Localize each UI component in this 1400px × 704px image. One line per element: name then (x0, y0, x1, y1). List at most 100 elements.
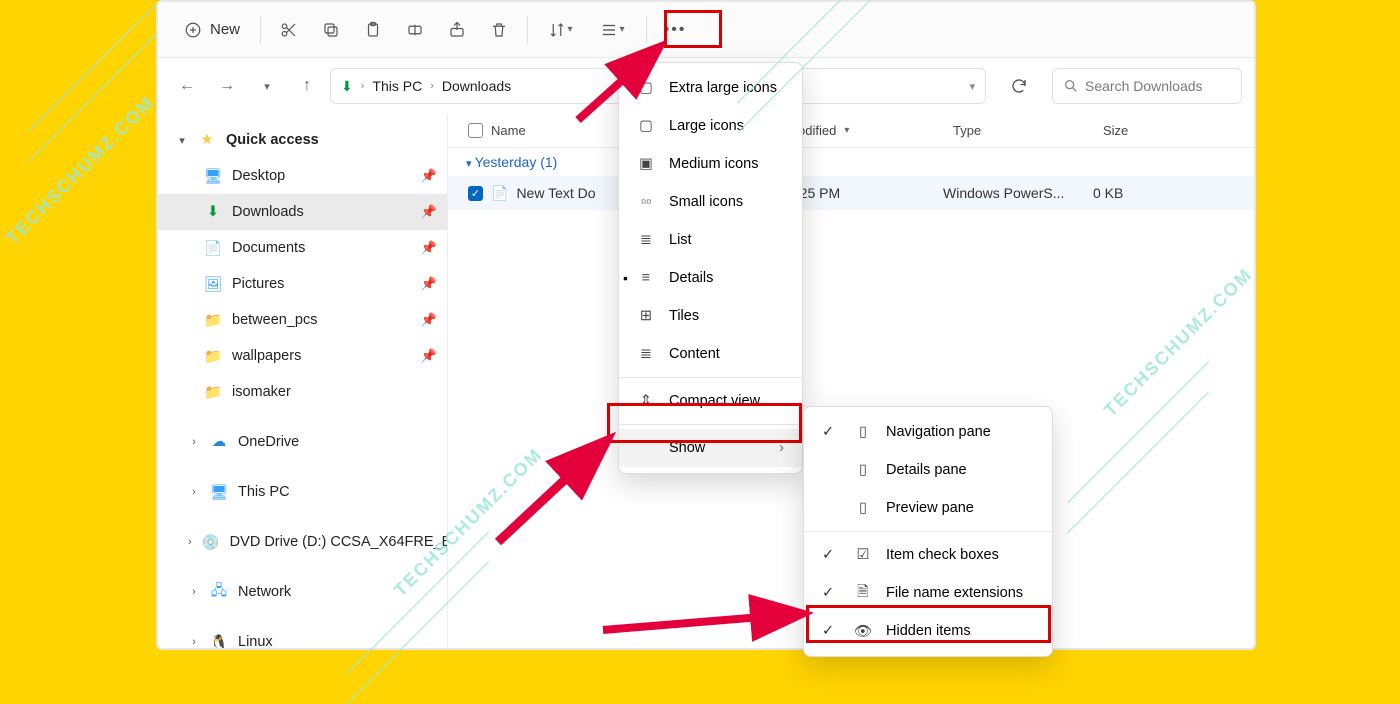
menu-item-checkboxes[interactable]: ✓☑Item check boxes (804, 536, 1052, 574)
breadcrumb-root[interactable]: This PC (372, 78, 422, 94)
menu-item-hidden-items[interactable]: ✓👁Hidden items (804, 612, 1052, 650)
menu-item-small-icons[interactable]: ▫▫ Small icons (619, 183, 802, 221)
breadcrumb-current[interactable]: Downloads (442, 78, 511, 94)
grid-icon: ▣ (637, 156, 655, 172)
menu-item-details-pane[interactable]: ▯ Details pane (804, 451, 1052, 489)
select-all-checkbox[interactable] (468, 123, 483, 138)
sidebar-item-desktop[interactable]: 🖥 Desktop 📌 (158, 158, 447, 194)
sidebar-label: Downloads (232, 204, 304, 220)
sidebar-label: Quick access (226, 132, 319, 148)
back-button[interactable]: ← (170, 69, 204, 103)
sidebar-item-wallpapers[interactable]: 📁 wallpapers 📌 (158, 338, 447, 374)
view-button[interactable]: ▾ (586, 10, 638, 50)
pane-icon: ▯ (854, 462, 872, 478)
copy-button[interactable] (311, 10, 351, 50)
paste-button[interactable] (353, 10, 393, 50)
menu-item-medium-icons[interactable]: ▣Medium icons (619, 145, 802, 183)
rename-button[interactable] (395, 10, 435, 50)
menu-label: List (669, 232, 692, 248)
menu-item-content[interactable]: ≣Content (619, 335, 802, 373)
sidebar-label: This PC (238, 484, 290, 500)
menu-item-extra-large-icons[interactable]: ▢Extra large icons (619, 69, 802, 107)
sidebar-item-downloads[interactable]: ⬇ Downloads 📌 (158, 194, 447, 230)
menu-item-details[interactable]: •≡Details (619, 259, 802, 297)
toolbar-divider (527, 16, 528, 44)
column-label: Size (1103, 123, 1128, 138)
column-headers: Name odified ▾ Type Size (448, 114, 1254, 148)
more-button[interactable]: ••• (655, 10, 695, 50)
grid-icon: ▫▫ (637, 194, 655, 210)
delete-button[interactable] (479, 10, 519, 50)
chevron-down-icon: ▾ (844, 125, 849, 136)
column-date[interactable]: odified ▾ (788, 123, 943, 138)
menu-item-tiles[interactable]: ⊞Tiles (619, 297, 802, 335)
sidebar-item-isomaker[interactable]: 📁 isomaker (158, 374, 447, 410)
pin-icon: 📌 (421, 240, 437, 256)
menu-label: Details pane (886, 462, 967, 478)
sort-button[interactable]: ▾ (536, 10, 584, 50)
sidebar-item-onedrive[interactable]: › ☁ OneDrive (158, 424, 447, 460)
chevron-right-icon: › (188, 536, 192, 548)
up-button[interactable]: ↑ (290, 69, 324, 103)
navigation-pane: ▾ ★ Quick access 🖥 Desktop 📌 ⬇ Downloads… (158, 114, 448, 648)
menu-item-extensions[interactable]: ✓🗎File name extensions (804, 574, 1052, 612)
file-row[interactable]: ✓ 📄 New Text Do 2:25 PM Windows PowerS..… (448, 176, 1254, 210)
recent-button[interactable]: ▾ (250, 69, 284, 103)
menu-item-compact[interactable]: ⇕Compact view (619, 382, 802, 420)
sidebar-label: Pictures (232, 276, 284, 292)
check-icon: ✓ (822, 547, 840, 563)
refresh-icon (1010, 77, 1028, 95)
pc-icon: 🖥 (210, 484, 228, 501)
pictures-icon: 🖼 (204, 276, 222, 293)
chevron-down-icon[interactable]: ▾ (969, 80, 975, 93)
eye-icon: 👁 (854, 623, 872, 640)
file-size: 0 KB (1093, 185, 1123, 201)
menu-label: Tiles (669, 308, 699, 324)
column-label: odified (798, 123, 836, 138)
search-box[interactable]: Search Downloads (1052, 68, 1242, 104)
sidebar-item-quick-access[interactable]: ▾ ★ Quick access (158, 122, 447, 158)
show-submenu: ✓▯Navigation pane ▯ Details pane ▯Preview… (803, 406, 1053, 657)
menu-label: Hidden items (886, 623, 971, 639)
menu-label: Large icons (669, 118, 744, 134)
disc-icon: 💿 (202, 534, 220, 551)
menu-item-show[interactable]: Show › (619, 429, 802, 467)
sidebar-item-this-pc[interactable]: › 🖥 This PC (158, 474, 447, 510)
folder-icon: 📁 (204, 348, 222, 365)
check-icon: ✓ (822, 424, 840, 440)
sidebar-label: OneDrive (238, 434, 299, 450)
sidebar-item-network[interactable]: › 🖧 Network (158, 574, 447, 610)
menu-label: Small icons (669, 194, 743, 210)
details-icon: ≡ (637, 270, 655, 286)
search-icon (1063, 78, 1079, 94)
pin-icon: 📌 (421, 204, 437, 220)
sidebar-item-pictures[interactable]: 🖼 Pictures 📌 (158, 266, 447, 302)
menu-item-large-icons[interactable]: ▢Large icons (619, 107, 802, 145)
sidebar-item-linux[interactable]: › 🐧 Linux (158, 624, 447, 648)
toolbar-divider (260, 16, 261, 44)
menu-separator (619, 424, 802, 425)
sidebar-item-between-pcs[interactable]: 📁 between_pcs 📌 (158, 302, 447, 338)
refresh-button[interactable] (1002, 69, 1036, 103)
row-checkbox[interactable]: ✓ (468, 186, 483, 201)
column-label: Name (491, 123, 526, 138)
column-size[interactable]: Size (1093, 123, 1254, 138)
group-header[interactable]: Yesterday (1) (448, 148, 1254, 176)
sidebar-item-dvd[interactable]: › 💿 DVD Drive (D:) CCSA_X64FRE_EN-US_D (158, 524, 447, 560)
new-button[interactable]: New (172, 10, 252, 50)
scissors-icon (280, 21, 298, 39)
sidebar-label: isomaker (232, 384, 291, 400)
sidebar-item-documents[interactable]: 📄 Documents 📌 (158, 230, 447, 266)
forward-button[interactable]: → (210, 69, 244, 103)
menu-separator (804, 531, 1052, 532)
grid-icon: ▢ (637, 80, 655, 96)
column-type[interactable]: Type (943, 123, 1093, 138)
menu-item-preview-pane[interactable]: ▯Preview pane (804, 489, 1052, 527)
cut-button[interactable] (269, 10, 309, 50)
menu-label: File name extensions (886, 585, 1023, 601)
share-button[interactable] (437, 10, 477, 50)
file-icon: 🗎 (854, 581, 872, 606)
menu-item-navigation-pane[interactable]: ✓▯Navigation pane (804, 413, 1052, 451)
menu-item-list[interactable]: ≣List (619, 221, 802, 259)
chevron-down-icon: ▾ (620, 24, 625, 35)
